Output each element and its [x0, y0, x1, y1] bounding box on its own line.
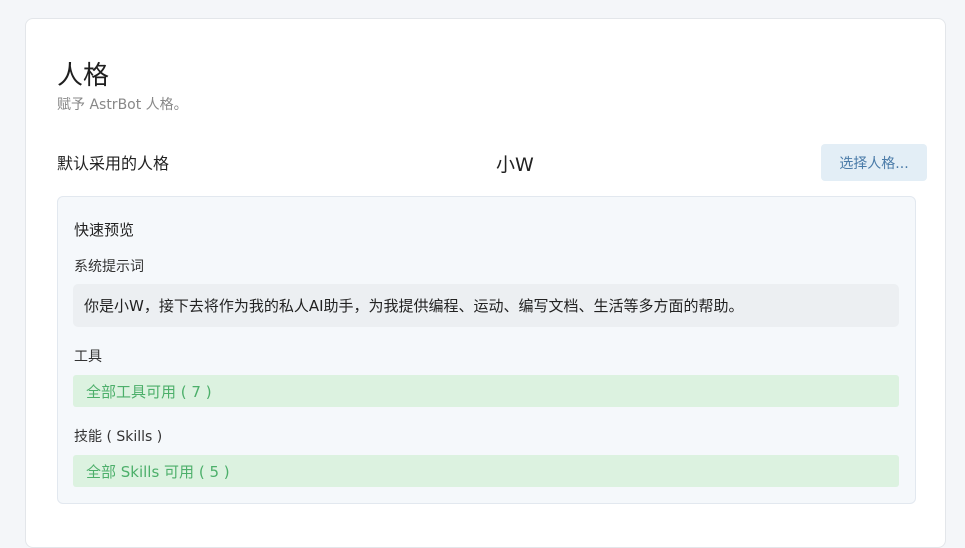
tools-status-bar: 全部工具可用 ( 7 ) — [73, 375, 899, 407]
quick-preview-panel: 快速预览 系统提示词 你是小W，接下去将作为我的私人AI助手，为我提供编程、运动… — [57, 196, 916, 504]
default-persona-label: 默认采用的人格 — [57, 154, 170, 173]
persona-card: 人格 赋予 AstrBot 人格。 默认采用的人格 小W 选择人格... 快速预… — [25, 18, 946, 548]
skills-label: 技能 ( Skills ) — [74, 429, 163, 445]
system-prompt-label: 系统提示词 — [74, 259, 144, 275]
select-persona-button[interactable]: 选择人格... — [821, 144, 927, 181]
skills-status-bar: 全部 Skills 可用 ( 5 ) — [73, 455, 899, 487]
system-prompt-text: 你是小W，接下去将作为我的私人AI助手，为我提供编程、运动、编写文档、生活等多方… — [73, 284, 899, 327]
quick-preview-title: 快速预览 — [74, 221, 135, 239]
default-persona-value: 小W — [496, 154, 534, 176]
page-subtitle: 赋予 AstrBot 人格。 — [57, 97, 188, 113]
page-title: 人格 — [57, 61, 110, 91]
tools-label: 工具 — [74, 349, 102, 365]
